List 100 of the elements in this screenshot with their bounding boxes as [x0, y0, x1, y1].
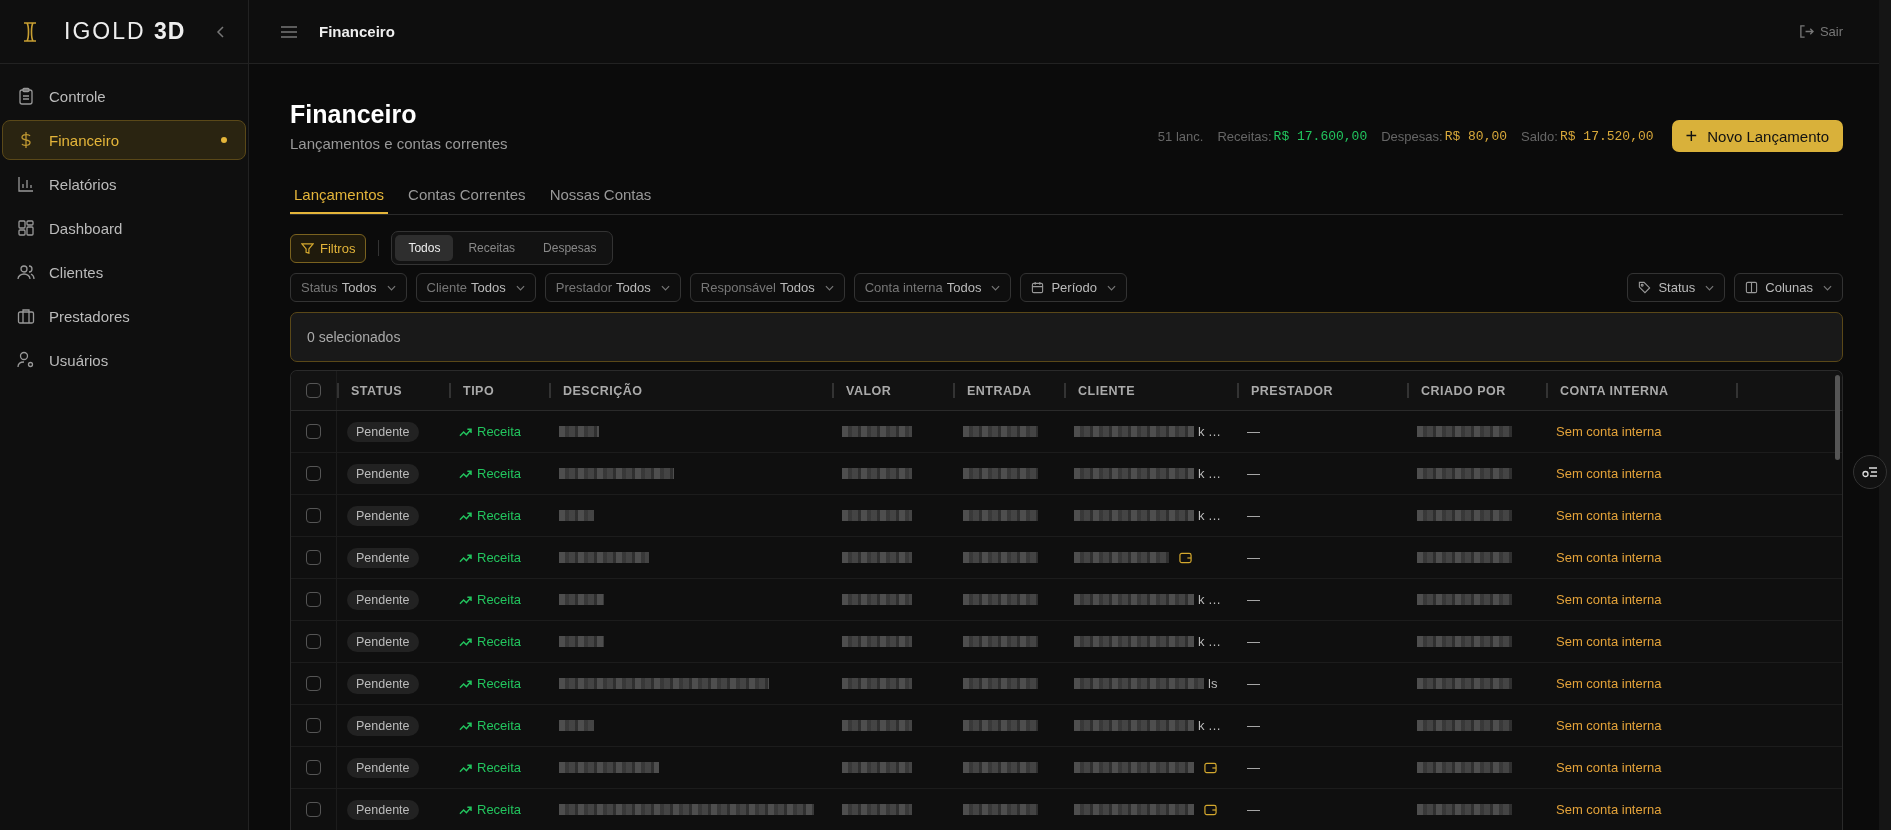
sidebar-item[interactable]: Usuários: [2, 340, 246, 380]
wallet-icon: [1204, 803, 1217, 816]
logo-icon: [22, 21, 38, 42]
status-badge: Pendente: [347, 715, 419, 736]
brand-name: IGOLD 3D: [64, 18, 187, 45]
columns-icon: [1745, 281, 1759, 294]
trend-up-icon: [459, 762, 472, 773]
columns-button[interactable]: Colunas: [1734, 273, 1843, 302]
type-label: Receita: [459, 760, 522, 775]
status-menu-button[interactable]: Status: [1627, 273, 1726, 302]
column-header: DESCRIÇÃO: [563, 383, 643, 398]
sidebar-item[interactable]: Relatórios: [2, 164, 246, 204]
collapse-icon[interactable]: [216, 24, 226, 39]
client-text: k …: [1198, 634, 1222, 649]
segment-option[interactable]: Receitas: [455, 235, 529, 261]
floating-button[interactable]: [1853, 455, 1887, 489]
redacted-text: [559, 426, 599, 437]
empty-value: —: [1247, 760, 1260, 775]
row-checkbox[interactable]: [306, 424, 321, 439]
period-dropdown[interactable]: Período: [1020, 273, 1127, 302]
sidebar-item[interactable]: Clientes: [2, 252, 246, 292]
chevron-down-icon: [1107, 284, 1116, 291]
filter-icon: [301, 241, 314, 255]
tab[interactable]: Lançamentos: [290, 178, 389, 214]
row-checkbox[interactable]: [306, 634, 321, 649]
row-checkbox[interactable]: [306, 550, 321, 565]
status-badge: Pendente: [347, 589, 419, 610]
status-badge: Pendente: [347, 505, 419, 526]
trend-up-icon: [459, 426, 472, 437]
client-text: k …: [1198, 592, 1222, 607]
account-label: Sem conta interna: [1556, 802, 1662, 817]
segment-option[interactable]: Despesas: [530, 235, 610, 261]
sidebar-item[interactable]: Prestadores: [2, 296, 246, 336]
column-header: PRESTADOR: [1251, 383, 1334, 398]
clipboard-icon: [17, 87, 35, 105]
redacted-text: [842, 594, 912, 605]
client-text: k …: [1198, 466, 1222, 481]
empty-value: —: [1247, 466, 1260, 481]
select-all-checkbox[interactable]: [306, 383, 321, 398]
empty-value: —: [1247, 508, 1260, 523]
scrollbar[interactable]: [1835, 375, 1840, 460]
row-checkbox[interactable]: [306, 592, 321, 607]
type-label: Receita: [459, 676, 522, 691]
filter-dropdown[interactable]: Responsável Todos: [689, 273, 845, 302]
chevron-down-icon: [1823, 284, 1832, 291]
filter-dropdown[interactable]: Status Todos: [290, 273, 407, 302]
filters-button[interactable]: Filtros: [290, 233, 367, 263]
new-entry-button[interactable]: + Novo Lançamento: [1671, 120, 1843, 152]
redacted-text: [559, 594, 604, 605]
filter-dropdown[interactable]: Cliente Todos: [415, 273, 536, 302]
type-label: Receita: [459, 424, 522, 439]
user-gear-icon: [17, 351, 35, 369]
empty-value: —: [1247, 592, 1260, 607]
redacted-text: [559, 636, 604, 647]
redacted-text: [842, 636, 912, 647]
list-settings-icon: [1862, 466, 1878, 478]
row-checkbox[interactable]: [306, 802, 321, 817]
empty-value: —: [1247, 634, 1260, 649]
account-label: Sem conta interna: [1556, 466, 1662, 481]
tab[interactable]: Contas Correntes: [404, 178, 530, 214]
entry-count: 51 lanc.: [1157, 128, 1204, 144]
income-label: Receitas:: [1217, 128, 1272, 144]
expense-value: R$ 80,00: [1444, 128, 1508, 144]
status-badge: Pendente: [347, 799, 419, 820]
active-dot: [221, 137, 227, 143]
sidebar-item[interactable]: Dashboard: [2, 208, 246, 248]
sidebar-item[interactable]: Controle: [2, 76, 246, 116]
trend-up-icon: [459, 720, 472, 731]
logout-icon: [1798, 24, 1814, 39]
status-badge: Pendente: [347, 421, 419, 442]
row-checkbox[interactable]: [306, 676, 321, 691]
row-checkbox[interactable]: [306, 718, 321, 733]
chevron-down-icon: [824, 284, 834, 291]
empty-value: —: [1247, 676, 1260, 691]
account-label: Sem conta interna: [1556, 592, 1662, 607]
status-badge: Pendente: [347, 547, 419, 568]
logout-button[interactable]: Sair: [1792, 23, 1849, 40]
row-checkbox[interactable]: [306, 760, 321, 775]
column-header: CRIADO POR: [1421, 383, 1506, 398]
bar-chart-icon: [17, 175, 35, 193]
segment-option[interactable]: Todos: [395, 235, 454, 261]
row-checkbox[interactable]: [306, 508, 321, 523]
chevron-down-icon: [660, 284, 670, 291]
subtitle: Lançamentos e contas correntes: [290, 135, 508, 152]
empty-value: —: [1247, 424, 1260, 439]
row-checkbox[interactable]: [306, 466, 321, 481]
client-text: ls: [1208, 676, 1218, 691]
redacted-text: [842, 804, 912, 815]
redacted-text: [842, 720, 912, 731]
account-label: Sem conta interna: [1556, 508, 1662, 523]
trend-up-icon: [459, 468, 472, 479]
filter-dropdown[interactable]: Prestador Todos: [544, 273, 681, 302]
sidebar-item[interactable]: Financeiro: [2, 120, 246, 160]
filter-dropdown[interactable]: Conta interna Todos: [853, 273, 1012, 302]
chevron-down-icon: [1705, 284, 1715, 291]
menu-icon[interactable]: [281, 25, 297, 38]
trend-up-icon: [459, 510, 472, 521]
tab[interactable]: Nossas Contas: [545, 178, 656, 214]
balance-label: Saldo:: [1521, 128, 1558, 144]
empty-value: —: [1247, 550, 1260, 565]
